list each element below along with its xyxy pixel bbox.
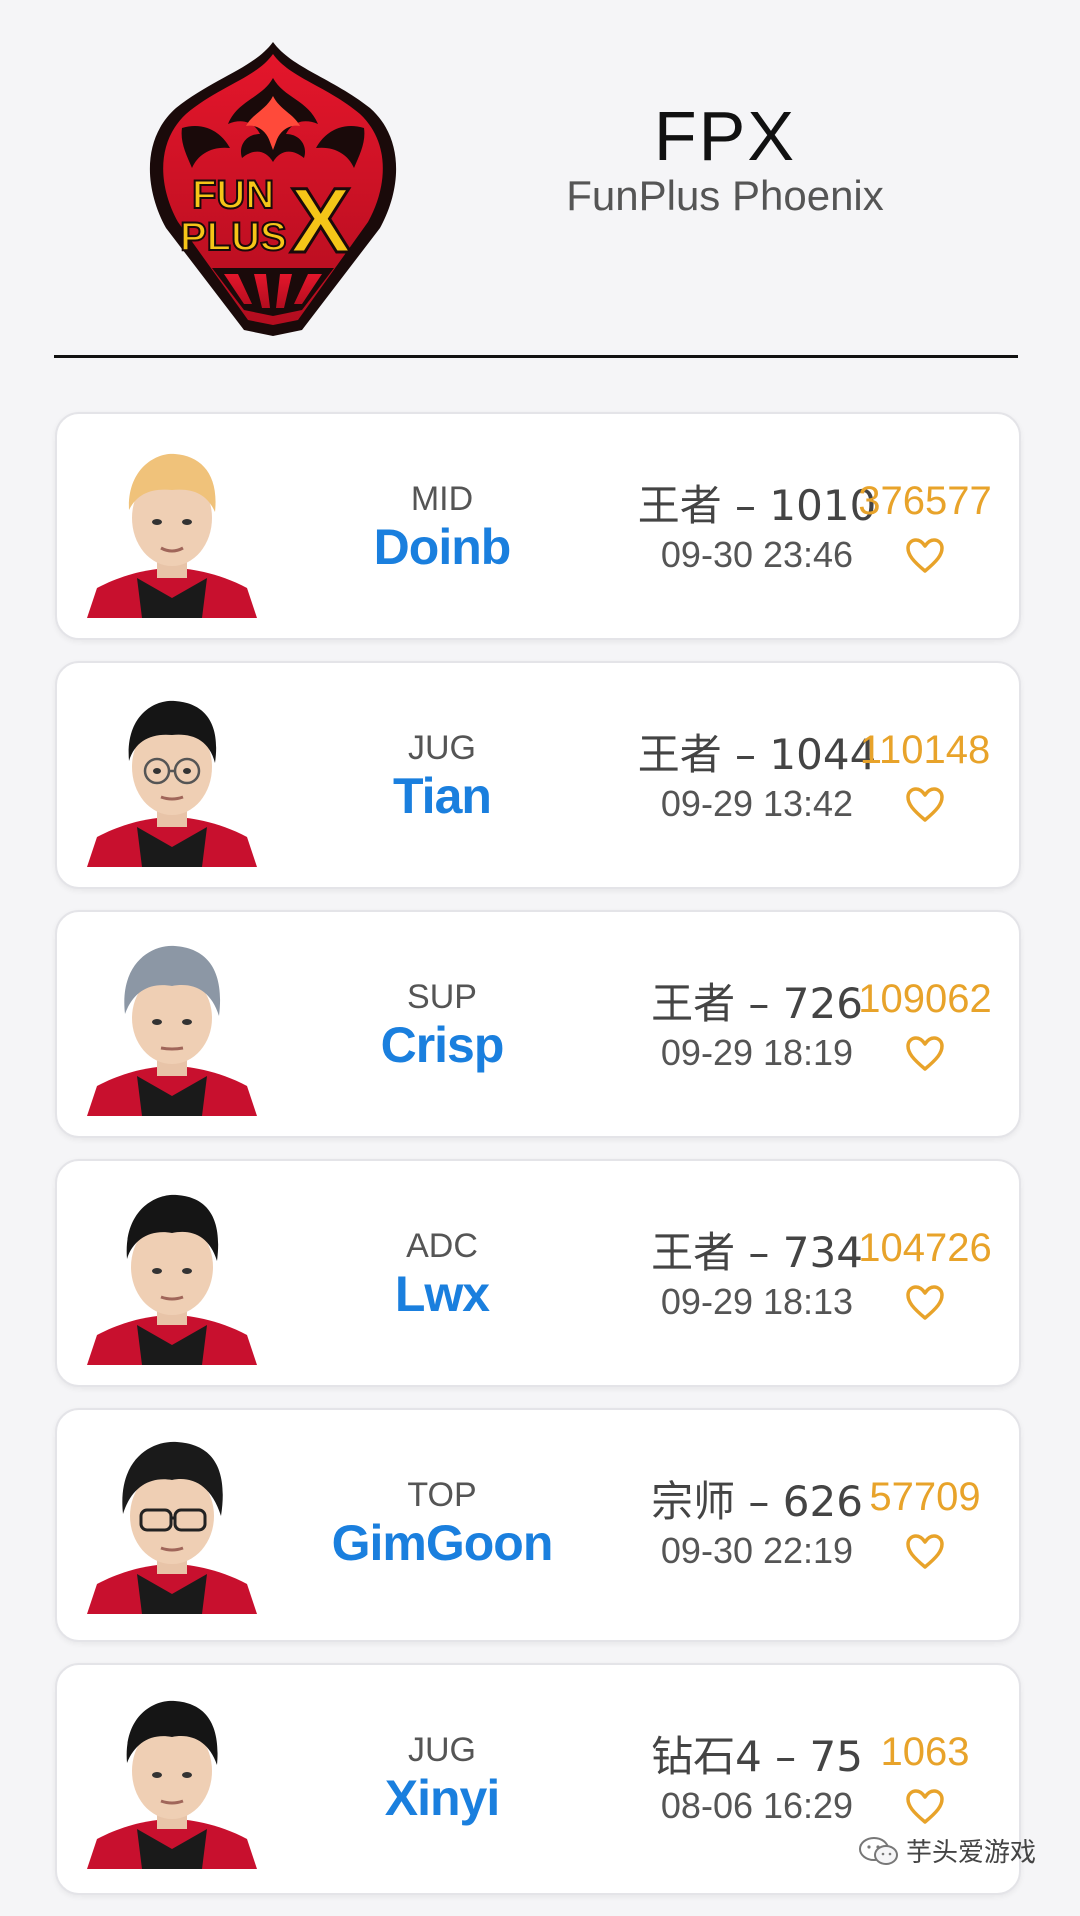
like-count: 57709: [869, 1475, 981, 1519]
player-role: TOP: [407, 1476, 477, 1514]
heart-outline-icon[interactable]: [905, 1034, 945, 1074]
player-last-played: 09-29 18:13: [660, 1281, 854, 1322]
team-full-name: FunPlus Phoenix: [566, 172, 884, 219]
player-avatar: [87, 700, 257, 867]
svg-text:FUN: FUN: [192, 173, 274, 217]
player-role: SUP: [407, 978, 477, 1016]
team-header: FUN PLUS X FPX FunPlus Phoenix: [0, 0, 1080, 340]
player-card[interactable]: TOP GimGoon 宗师 – 626 09-30 22:19 57709: [55, 1408, 1021, 1642]
heart-outline-icon[interactable]: [905, 785, 945, 825]
player-name[interactable]: GimGoon: [292, 1514, 592, 1572]
player-last-played: 09-29 13:42: [660, 783, 854, 824]
like-count: 110148: [859, 728, 991, 772]
player-role: ADC: [406, 1227, 478, 1265]
player-last-played: 08-06 16:29: [660, 1785, 854, 1826]
player-avatar: [87, 1194, 257, 1365]
team-logo: FUN PLUS X: [149, 42, 397, 336]
heart-outline-icon[interactable]: [905, 1532, 945, 1572]
header-divider: [54, 355, 1018, 358]
svg-text:PLUS: PLUS: [180, 215, 287, 259]
watermark: 芋头爱游戏: [858, 1832, 1036, 1869]
player-card[interactable]: JUG Tian 王者 – 1044 09-29 13:42 110148: [55, 661, 1021, 889]
player-avatar: [87, 1700, 257, 1869]
player-last-played: 09-30 23:46: [660, 534, 854, 575]
player-last-played: 09-30 22:19: [660, 1530, 854, 1571]
player-role: MID: [410, 480, 474, 518]
heart-outline-icon[interactable]: [905, 536, 945, 576]
player-avatar: [87, 453, 257, 618]
watermark-text: 芋头爱游戏: [906, 1838, 1037, 1868]
svg-text:X: X: [290, 170, 351, 272]
player-role: JUG: [408, 729, 476, 767]
heart-outline-icon[interactable]: [905, 1787, 945, 1827]
player-name[interactable]: Crisp: [292, 1016, 592, 1074]
player-avatar: [87, 1441, 257, 1614]
player-avatar: [87, 945, 257, 1116]
player-list: MID Doinb 王者 – 1010 09-30 23:46 376577 J…: [55, 412, 1021, 1916]
wechat-icon: [859, 1836, 898, 1865]
player-name[interactable]: Lwx: [292, 1265, 592, 1323]
like-count: 104726: [858, 1226, 992, 1270]
player-card[interactable]: ADC Lwx 王者 – 734 09-29 18:13 104726: [55, 1159, 1021, 1387]
like-count: 1063: [880, 1730, 970, 1774]
team-abbreviation: FPX: [653, 97, 797, 175]
player-name[interactable]: Doinb: [292, 518, 592, 576]
player-last-played: 09-29 18:19: [660, 1032, 854, 1073]
player-name[interactable]: Xinyi: [292, 1769, 592, 1827]
player-name[interactable]: Tian: [292, 767, 592, 825]
like-count: 376577: [858, 479, 992, 523]
player-role: JUG: [408, 1731, 476, 1769]
like-count: 109062: [858, 977, 992, 1021]
heart-outline-icon[interactable]: [905, 1283, 945, 1323]
player-card[interactable]: MID Doinb 王者 – 1010 09-30 23:46 376577: [55, 412, 1021, 640]
player-card[interactable]: SUP Crisp 王者 – 726 09-29 18:19 109062: [55, 910, 1021, 1138]
